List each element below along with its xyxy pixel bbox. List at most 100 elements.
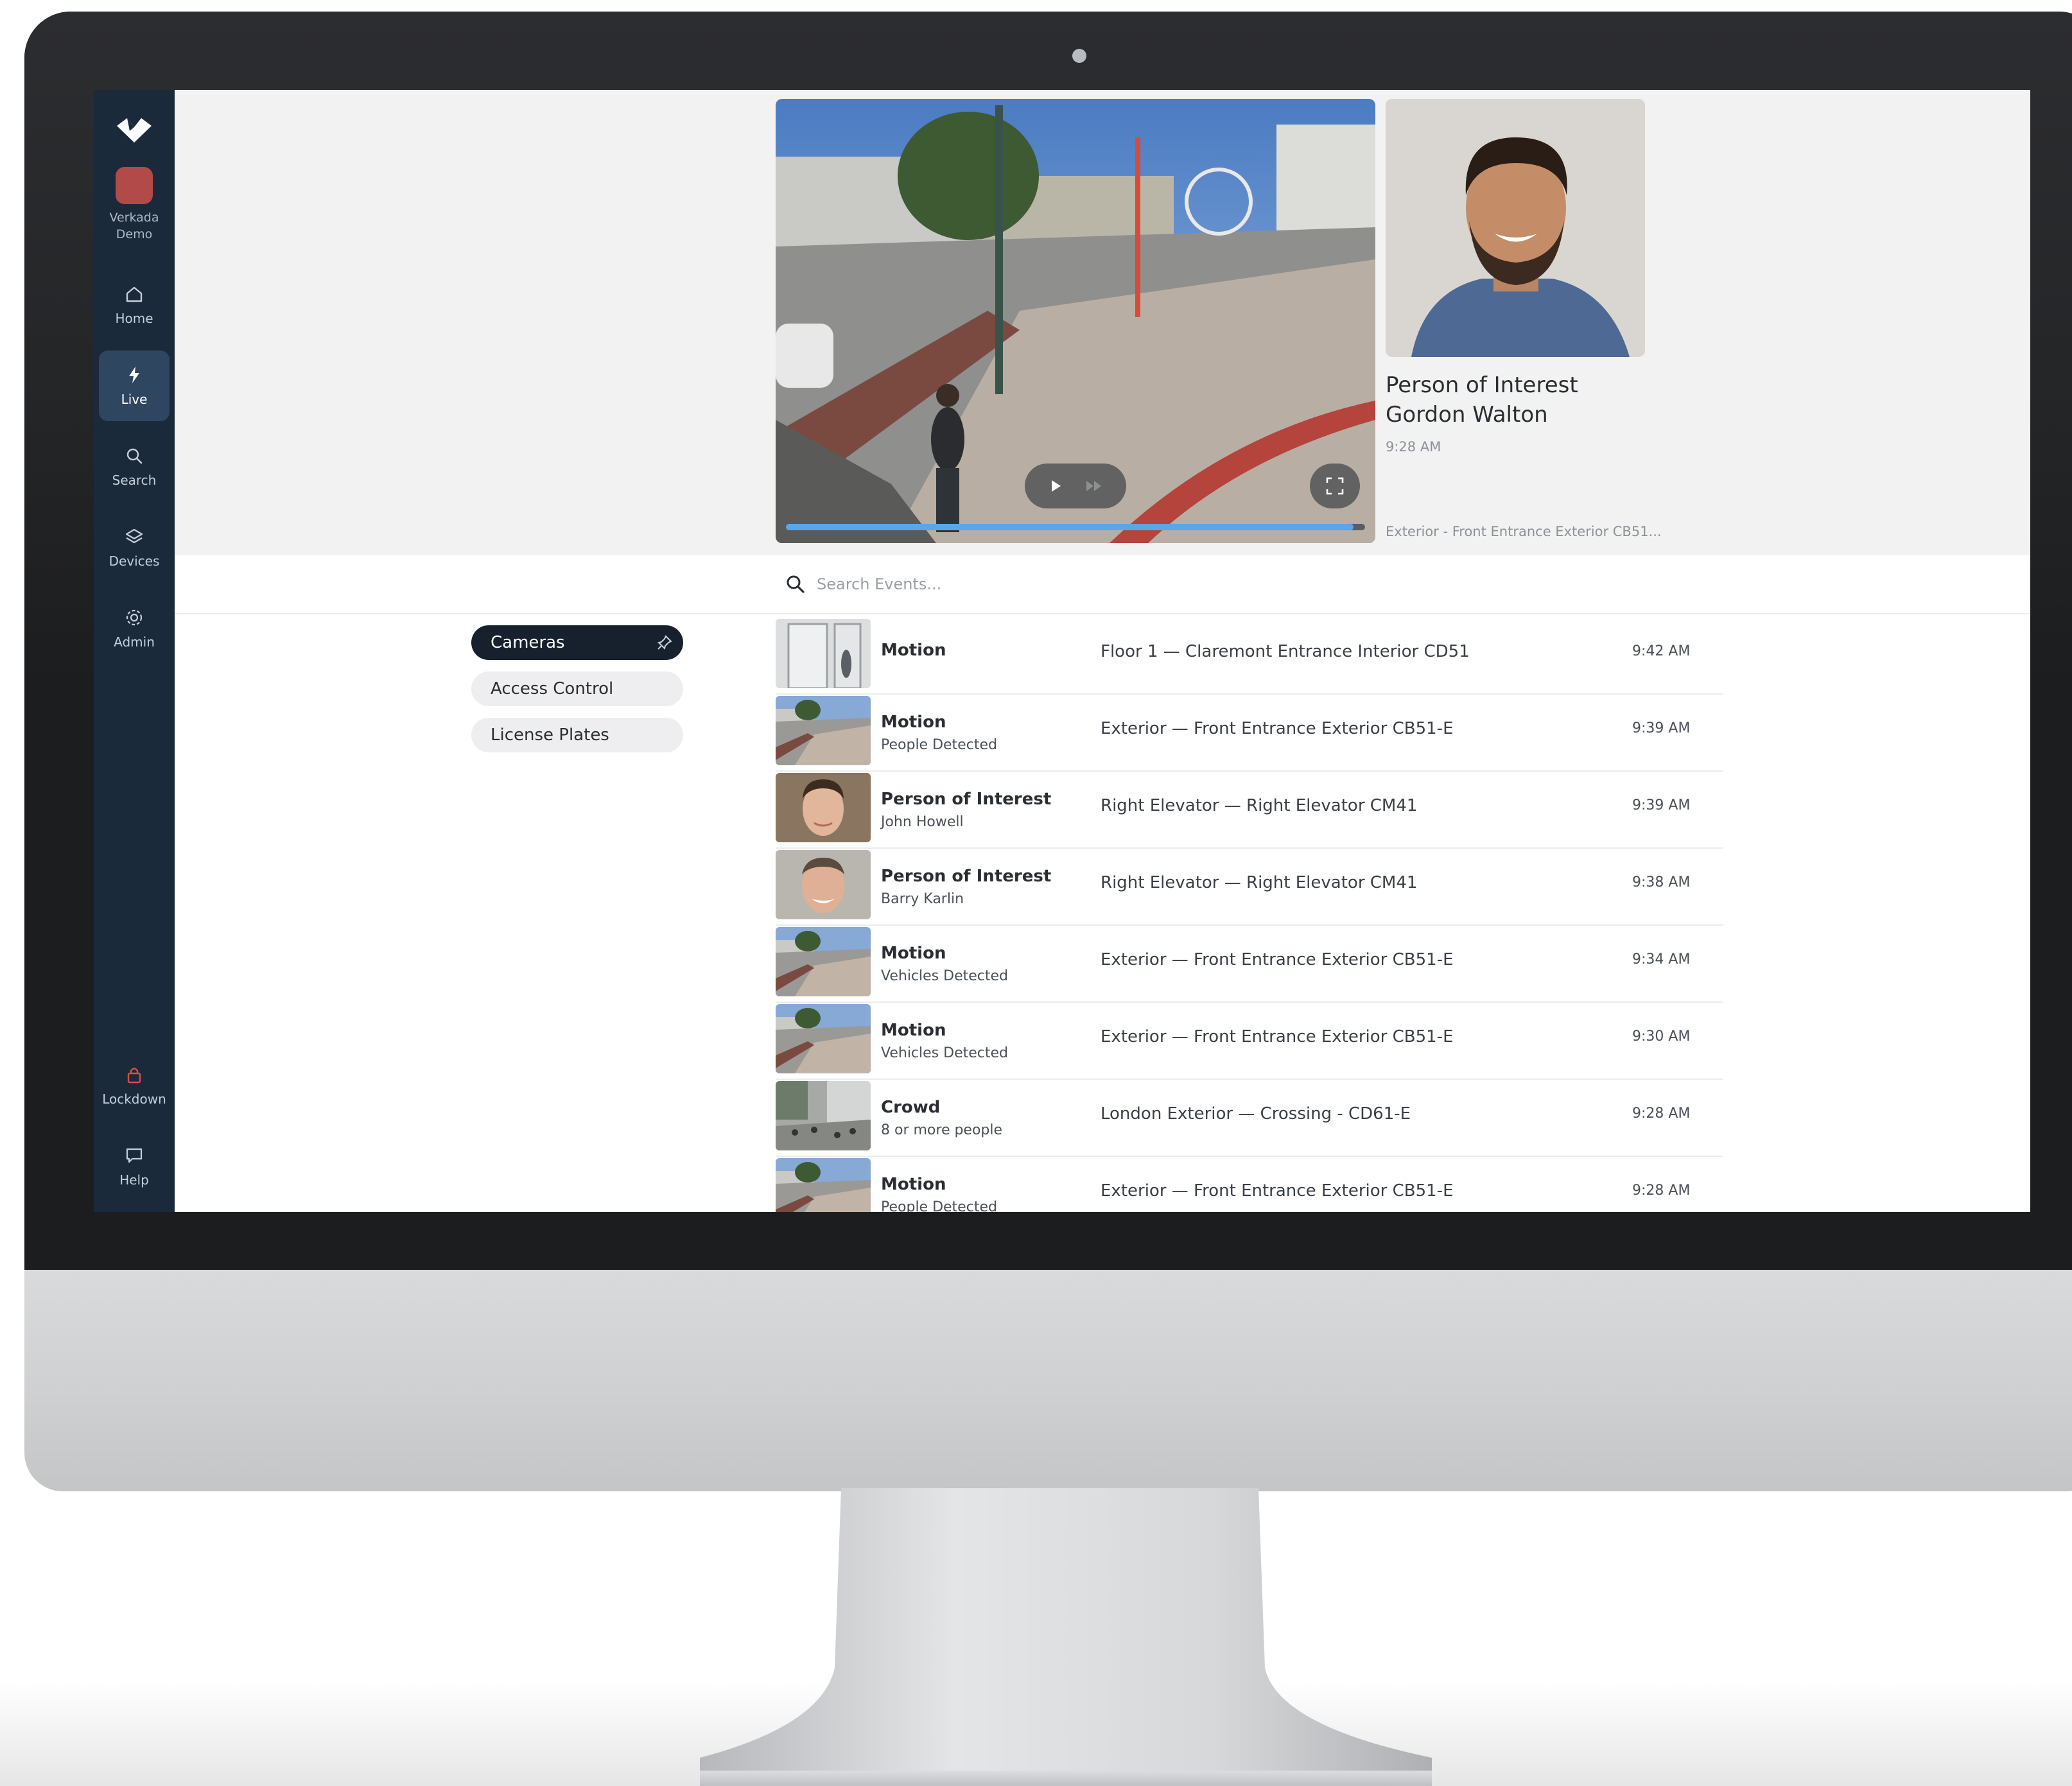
fast-forward-button[interactable] — [1081, 473, 1107, 499]
portrait-image — [1386, 99, 1645, 357]
nav-help[interactable]: Help — [99, 1131, 170, 1202]
event-type: Motion — [881, 944, 946, 963]
event-subtitle: 8 or more people — [881, 1122, 1003, 1138]
event-thumbnail — [776, 773, 871, 842]
featured-event-time: 9:28 AM — [1386, 439, 1441, 455]
event-location: Floor 1 — Claremont Entrance Interior CD… — [1101, 642, 1470, 661]
filter-license-plates-label: License Plates — [491, 725, 609, 745]
event-row[interactable]: Motion People Detected Exterior — Front … — [776, 693, 1723, 772]
event-row[interactable]: Person of Interest John Howell Right Ele… — [776, 770, 1723, 849]
event-thumbnail — [776, 927, 871, 996]
lightning-icon — [129, 367, 139, 383]
search-icon — [126, 448, 143, 464]
event-location: Exterior — Front Entrance Exterior CB51-… — [1101, 1181, 1454, 1201]
nav-home[interactable]: Home — [99, 270, 170, 340]
playback-controls — [1025, 464, 1126, 508]
event-row[interactable]: Motion Vehicles Detected Exterior — Fron… — [776, 1001, 1723, 1080]
filter-cameras[interactable]: Cameras — [471, 625, 683, 660]
event-subtitle: Barry Karlin — [881, 891, 964, 907]
nav-devices-label: Devices — [109, 553, 160, 569]
event-location: Right Elevator — Right Elevator CM41 — [1101, 873, 1418, 892]
event-type: Motion — [881, 1021, 946, 1040]
event-row[interactable]: Motion Floor 1 — Claremont Entrance Inte… — [776, 616, 1723, 695]
event-location: Exterior — Front Entrance Exterior CB51-… — [1101, 950, 1454, 969]
search-events-icon — [787, 575, 805, 593]
event-time: 9:39 AM — [1632, 797, 1691, 813]
event-thumbnail — [776, 850, 871, 919]
monitor-chin — [24, 1270, 2072, 1491]
filter-cameras-label: Cameras — [491, 633, 565, 652]
filter-license-plates[interactable]: License Plates — [471, 718, 683, 752]
face-thumbnail-image — [776, 773, 871, 842]
event-row[interactable]: Crowd 8 or more people London Exterior —… — [776, 1079, 1723, 1157]
event-location: Right Elevator — Right Elevator CM41 — [1101, 796, 1418, 815]
event-type: Motion — [881, 1175, 946, 1194]
event-time: 9:30 AM — [1632, 1028, 1691, 1045]
event-row[interactable]: Motion People Detected Exterior — Front … — [776, 1156, 1723, 1212]
featured-event-title: Person of Interest — [1386, 372, 1578, 398]
event-row[interactable]: Person of Interest Barry Karlin Right El… — [776, 847, 1723, 926]
event-subtitle: Vehicles Detected — [881, 968, 1008, 984]
event-type: Crowd — [881, 1098, 941, 1117]
crowd-thumbnail-image — [776, 1081, 871, 1150]
fullscreen-button[interactable] — [1310, 464, 1360, 508]
event-subtitle: John Howell — [881, 814, 964, 830]
lock-icon — [127, 1068, 141, 1084]
event-type: Person of Interest — [881, 790, 1052, 809]
video-player[interactable] — [776, 99, 1375, 543]
nav-lockdown[interactable]: Lockdown — [99, 1050, 170, 1121]
nav-lockdown-label: Lockdown — [102, 1091, 166, 1107]
video-progress-fill — [786, 524, 1354, 530]
gear-icon — [126, 609, 143, 626]
face-thumbnail-image — [776, 850, 871, 919]
filter-access-control[interactable]: Access Control — [471, 672, 683, 706]
event-subtitle: Vehicles Detected — [881, 1045, 1008, 1061]
featured-event-panel: Person of Interest Gordon Walton 9:28 AM… — [175, 90, 2030, 555]
street-thumbnail-image — [776, 1004, 871, 1073]
interior-thumbnail-image — [776, 619, 871, 688]
event-row[interactable]: Motion Vehicles Detected Exterior — Fron… — [776, 924, 1723, 1003]
event-type: Person of Interest — [881, 867, 1052, 886]
event-thumbnail — [776, 696, 871, 765]
street-thumbnail-image — [776, 696, 871, 765]
pin-icon[interactable] — [656, 634, 673, 651]
filter-access-control-label: Access Control — [491, 679, 614, 698]
event-location: London Exterior — Crossing - CD61-E — [1101, 1104, 1411, 1123]
sidebar: Verkada Demo Home Live Search Devices Ad… — [94, 90, 175, 1212]
nav-admin[interactable]: Admin — [99, 593, 170, 664]
event-time: 9:39 AM — [1632, 720, 1691, 736]
chat-icon — [126, 1148, 143, 1163]
verkada-logo-icon[interactable] — [114, 112, 154, 148]
event-thumbnail — [776, 619, 871, 688]
person-of-interest-photo[interactable] — [1386, 99, 1645, 357]
nav-home-label: Home — [115, 311, 153, 326]
featured-event-camera[interactable]: Exterior - Front Entrance Exterior CB51.… — [1386, 524, 1662, 539]
org-name: Verkada Demo — [109, 211, 159, 241]
nav-search[interactable]: Search — [99, 431, 170, 502]
event-subtitle: People Detected — [881, 737, 997, 753]
event-thumbnail — [776, 1004, 871, 1073]
nav-devices[interactable]: Devices — [99, 512, 170, 583]
event-location: Exterior — Front Entrance Exterior CB51-… — [1101, 719, 1454, 738]
nav-admin-label: Admin — [114, 634, 155, 650]
screen: Verkada Demo Home Live Search Devices Ad… — [94, 90, 2030, 1212]
event-type: Motion — [881, 713, 946, 732]
event-type: Motion — [881, 641, 946, 660]
search-events-input[interactable] — [815, 569, 1332, 599]
featured-event-person-name: Gordon Walton — [1386, 402, 1548, 428]
nav-live[interactable]: Live — [99, 351, 170, 421]
street-thumbnail-image — [776, 927, 871, 996]
home-icon — [126, 286, 143, 302]
event-location: Exterior — Front Entrance Exterior CB51-… — [1101, 1027, 1454, 1046]
nav-search-label: Search — [112, 473, 157, 488]
monitor-stand — [700, 1488, 1432, 1786]
nav-live-label: Live — [121, 392, 148, 407]
video-progress-bar[interactable] — [786, 524, 1365, 530]
play-button[interactable] — [1043, 473, 1068, 499]
event-thumbnail — [776, 1158, 871, 1212]
main-content: Person of Interest Gordon Walton 9:28 AM… — [175, 90, 2030, 1212]
webcam-dot — [1072, 49, 1086, 63]
event-subtitle: People Detected — [881, 1199, 997, 1212]
nav-help-label: Help — [119, 1172, 149, 1188]
org-avatar[interactable] — [116, 167, 153, 204]
